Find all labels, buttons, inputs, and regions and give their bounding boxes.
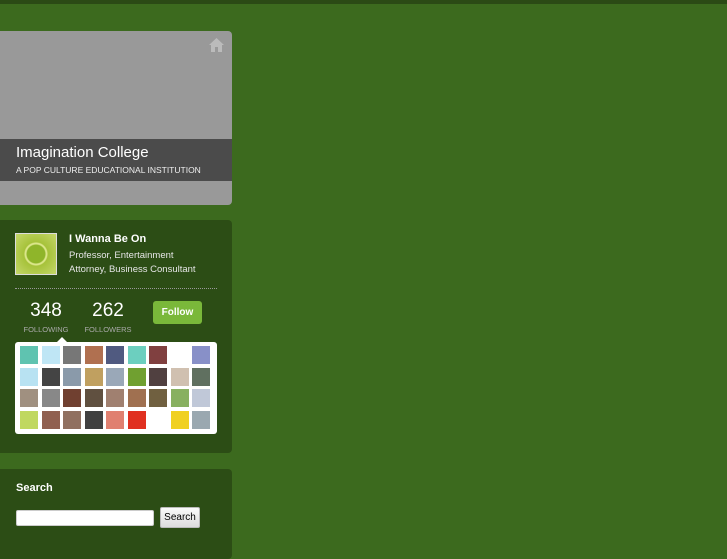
following-avatar[interactable] bbox=[41, 367, 60, 386]
following-avatar[interactable] bbox=[127, 389, 146, 407]
top-bar bbox=[0, 0, 727, 4]
search-input[interactable] bbox=[16, 510, 154, 526]
following-avatar[interactable] bbox=[192, 410, 210, 429]
following-avatar[interactable] bbox=[170, 367, 189, 386]
blog-subtitle: A POP CULTURE EDUCATIONAL INSTITUTION bbox=[16, 165, 201, 175]
following-avatar[interactable] bbox=[170, 346, 189, 364]
following-avatar[interactable] bbox=[84, 367, 103, 386]
divider bbox=[15, 288, 217, 289]
following-grid bbox=[15, 337, 217, 434]
following-avatar[interactable] bbox=[84, 389, 103, 407]
following-avatar[interactable] bbox=[84, 410, 103, 429]
followers-count: 262 bbox=[92, 300, 124, 321]
following-avatar[interactable] bbox=[127, 367, 146, 386]
following-avatar[interactable] bbox=[192, 367, 210, 386]
following-avatar[interactable] bbox=[149, 410, 167, 429]
followers-stat[interactable]: 262 FOLLOWERS bbox=[80, 300, 136, 334]
following-avatar[interactable] bbox=[192, 389, 210, 407]
home-icon[interactable] bbox=[209, 38, 224, 52]
following-avatar[interactable] bbox=[41, 346, 60, 364]
following-avatar[interactable] bbox=[149, 346, 167, 364]
following-stat[interactable]: 348 FOLLOWING bbox=[20, 300, 72, 334]
following-avatar[interactable] bbox=[106, 346, 124, 364]
following-avatar[interactable] bbox=[20, 346, 38, 364]
follow-button[interactable]: Follow bbox=[153, 301, 202, 324]
following-avatar[interactable] bbox=[63, 367, 81, 386]
profile-description: Professor, Entertainment Attorney, Busin… bbox=[69, 250, 196, 275]
following-avatar[interactable] bbox=[41, 410, 60, 429]
following-label: FOLLOWING bbox=[23, 325, 69, 334]
title-band: Imagination College A POP CULTURE EDUCAT… bbox=[0, 139, 232, 181]
following-avatar[interactable] bbox=[106, 367, 124, 386]
following-avatar[interactable] bbox=[63, 389, 81, 407]
following-avatar[interactable] bbox=[149, 389, 167, 407]
following-avatar[interactable] bbox=[84, 346, 103, 364]
following-avatar[interactable] bbox=[63, 346, 81, 364]
profile-panel: I Wanna Be On Professor, Entertainment A… bbox=[0, 220, 232, 453]
following-avatar[interactable] bbox=[170, 410, 189, 429]
avatar[interactable] bbox=[15, 233, 57, 275]
following-avatar[interactable] bbox=[149, 367, 167, 386]
profile-name: I Wanna Be On bbox=[69, 233, 147, 245]
followers-label: FOLLOWERS bbox=[84, 325, 132, 334]
following-avatar[interactable] bbox=[127, 346, 146, 364]
following-avatar[interactable] bbox=[20, 410, 38, 429]
search-label: Search bbox=[16, 482, 53, 494]
blog-header: Imagination College A POP CULTURE EDUCAT… bbox=[0, 31, 232, 205]
following-avatar[interactable] bbox=[41, 389, 60, 407]
blog-title[interactable]: Imagination College bbox=[16, 144, 149, 161]
search-button[interactable]: Search bbox=[160, 507, 200, 528]
following-avatar[interactable] bbox=[63, 410, 81, 429]
following-avatar[interactable] bbox=[192, 346, 210, 364]
following-avatar[interactable] bbox=[106, 389, 124, 407]
following-count: 348 bbox=[30, 300, 62, 321]
following-avatar[interactable] bbox=[170, 389, 189, 407]
following-avatar[interactable] bbox=[20, 367, 38, 386]
following-avatar[interactable] bbox=[20, 389, 38, 407]
following-avatar[interactable] bbox=[127, 410, 146, 429]
following-avatar[interactable] bbox=[106, 410, 124, 429]
search-panel: Search Search bbox=[0, 469, 232, 559]
